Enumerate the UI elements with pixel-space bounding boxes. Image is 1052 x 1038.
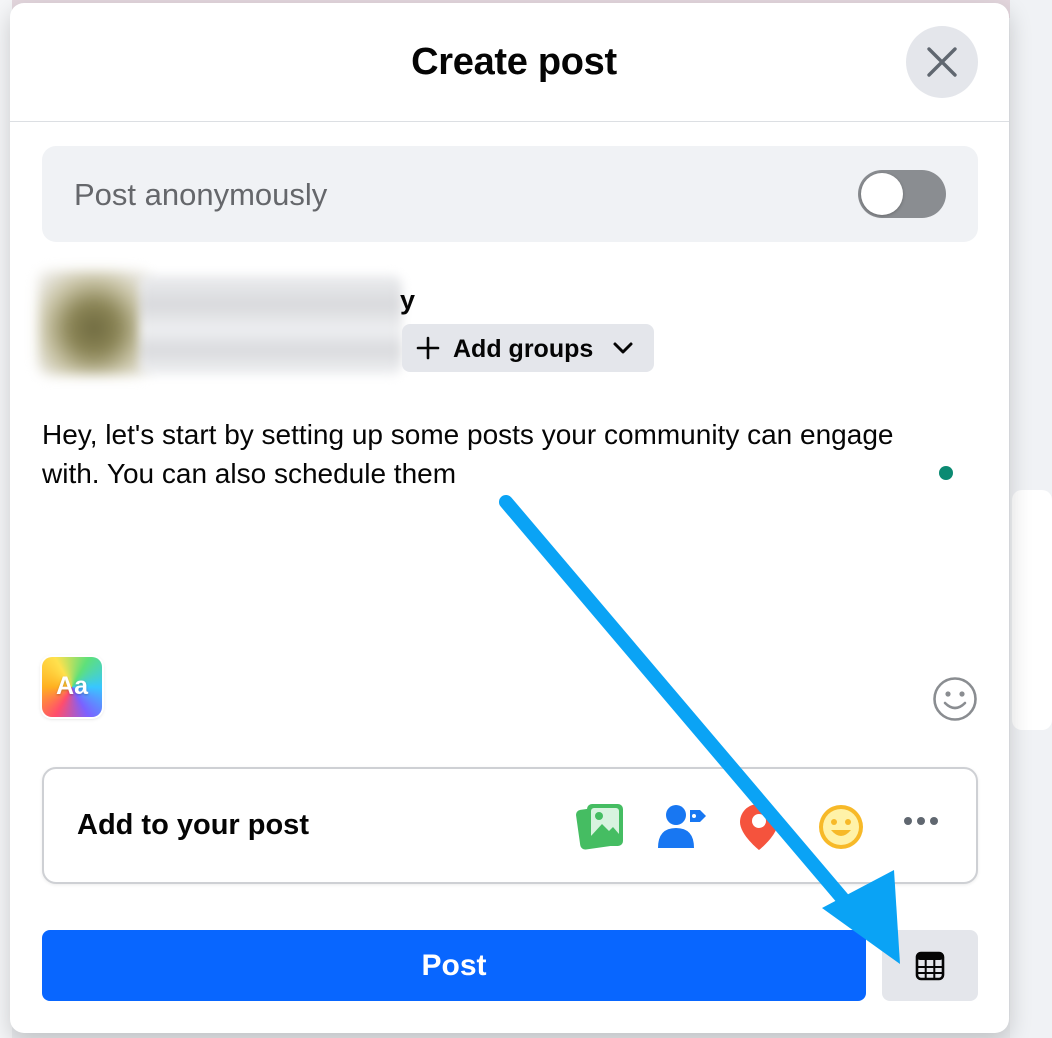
avatar (38, 271, 150, 375)
post-anonymously-label: Post anonymously (74, 177, 328, 212)
add-groups-label: Add groups (453, 335, 594, 363)
post-button-label: Post (421, 949, 487, 982)
dialog-header: Create post (10, 3, 1009, 122)
add-to-post-label: Add to your post (77, 809, 309, 841)
author-name: y (400, 285, 416, 315)
close-icon (927, 47, 957, 77)
text-format-button[interactable]: Aa (42, 657, 102, 717)
dialog-title: Create post (411, 41, 617, 83)
text-format-label: Aa (56, 672, 88, 700)
location-pin-icon[interactable] (737, 802, 781, 852)
background-card (1012, 490, 1052, 730)
toggle-knob (861, 173, 903, 215)
photo-video-icon[interactable] (575, 802, 627, 850)
feeling-icon[interactable] (816, 802, 866, 852)
more-icon[interactable] (902, 815, 940, 827)
tag-people-icon[interactable] (656, 802, 708, 850)
create-post-dialog: Create post Post anonymously y Add group… (10, 3, 1009, 1033)
smiley-icon[interactable] (932, 676, 978, 722)
post-text-input[interactable]: Hey, let's start by setting up some post… (42, 415, 922, 493)
chevron-down-icon (613, 342, 633, 354)
schedule-button[interactable] (882, 930, 978, 1001)
plus-icon (416, 336, 440, 360)
calendar-icon (915, 951, 945, 980)
close-button[interactable] (906, 26, 978, 98)
status-dot (939, 466, 953, 480)
add-to-post-box: Add to your post (42, 767, 978, 884)
add-groups-button[interactable]: Add groups (402, 324, 654, 372)
post-anonymously-toggle[interactable] (858, 170, 946, 218)
post-button[interactable]: Post (42, 930, 866, 1001)
post-anonymously-row: Post anonymously (42, 146, 978, 242)
author-name-blurred (140, 275, 402, 375)
